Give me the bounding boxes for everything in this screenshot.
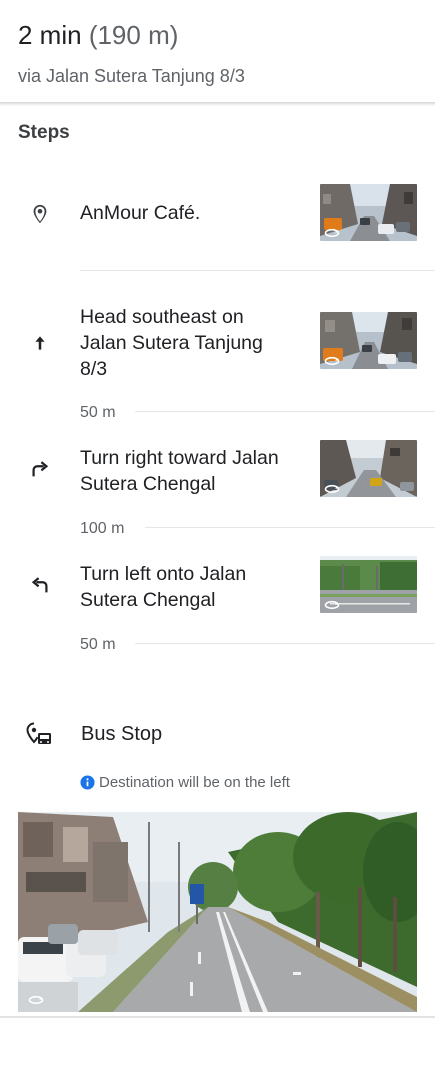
destination-street-view[interactable] <box>18 812 417 1012</box>
route-summary-title: 2 min (190 m) <box>18 19 178 51</box>
360-view-icon <box>324 484 340 494</box>
360-view-icon <box>324 356 340 366</box>
step-divider <box>135 411 435 412</box>
step-instruction: Turn left onto Jalan Sutera Chengal <box>80 563 247 611</box>
360-view-icon <box>28 995 44 1005</box>
destination-side-text: Destination will be on the left <box>99 773 290 791</box>
info-icon <box>80 774 95 790</box>
route-summary-header: 2 min (190 m) via Jalan Sutera Tanjung 8… <box>0 0 435 104</box>
step-instruction: AnMour Café. <box>80 202 201 224</box>
bottom-divider <box>0 1016 435 1018</box>
steps-heading: Steps <box>18 122 70 143</box>
header-divider <box>0 102 435 106</box>
turn-left-icon <box>28 573 52 597</box>
route-distance: (190 m) <box>88 20 179 50</box>
step-distance: 100 m <box>80 520 125 537</box>
step-divider <box>135 643 435 644</box>
arrow-up-icon <box>28 331 52 355</box>
step-instruction: Turn right toward Jalan Sutera Chengal <box>80 447 279 495</box>
street-view-thumbnail[interactable] <box>320 312 417 369</box>
street-view-thumbnail[interactable] <box>320 440 417 497</box>
step-distance: 50 m <box>80 404 116 421</box>
360-view-icon <box>324 600 340 610</box>
step-divider <box>80 270 435 271</box>
street-view-thumbnail[interactable] <box>320 184 417 241</box>
street-view-thumbnail[interactable] <box>320 556 417 613</box>
step-divider <box>145 527 435 528</box>
place-icon <box>28 202 52 226</box>
route-duration: 2 min <box>18 20 82 50</box>
turn-right-icon <box>28 457 52 481</box>
bus-stop-pin-icon <box>26 722 54 746</box>
route-via: via Jalan Sutera Tanjung 8/3 <box>18 66 245 86</box>
360-view-icon <box>324 228 340 238</box>
destination-side-info: Destination will be on the left <box>80 772 290 792</box>
step-distance: 50 m <box>80 636 116 653</box>
step-instruction: Head southeast on Jalan Sutera Tanjung 8… <box>80 306 263 380</box>
destination-label: Bus Stop <box>81 723 163 745</box>
